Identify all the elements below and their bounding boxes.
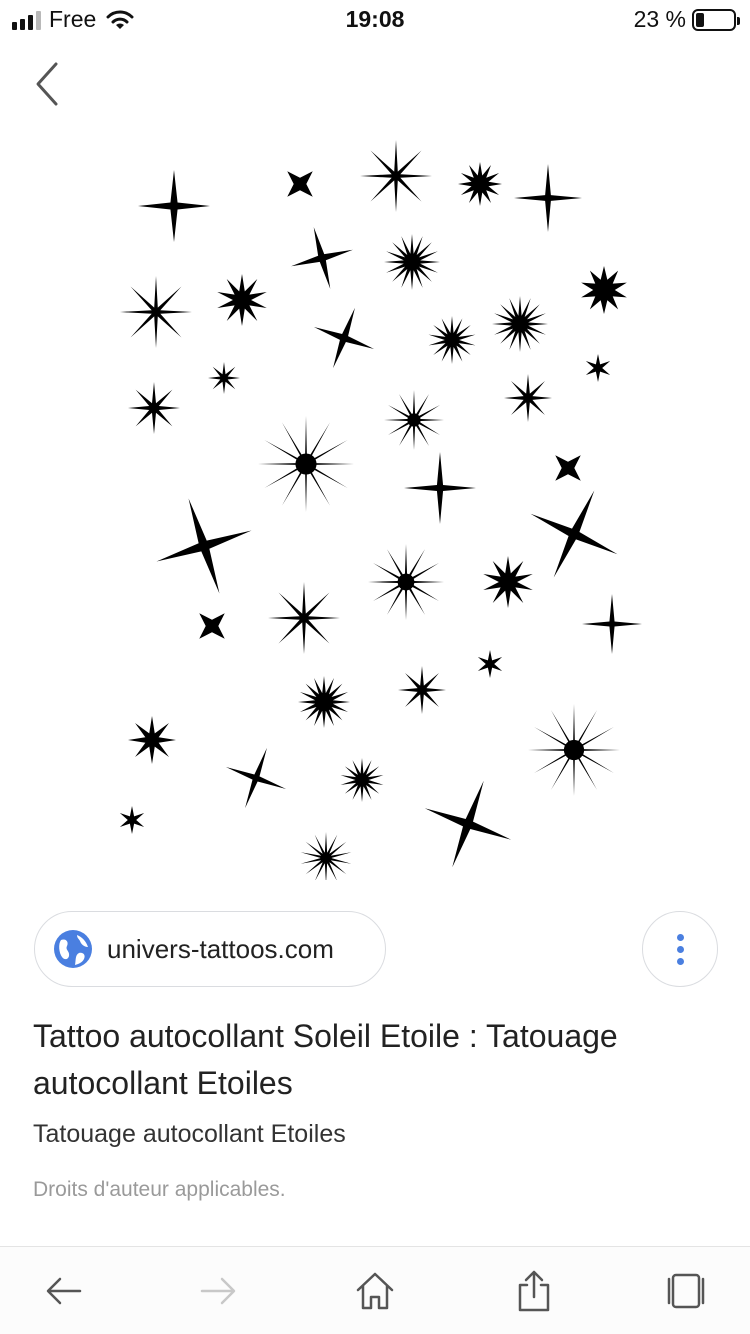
star-shape (477, 650, 503, 678)
result-title[interactable]: Tattoo autocollant Soleil Etoile : Tatou… (33, 1013, 723, 1107)
star-shape (398, 666, 446, 714)
star-core (502, 576, 514, 588)
star-shape (268, 582, 340, 654)
star-core (598, 284, 610, 296)
star-core (513, 317, 527, 331)
star-shape (555, 455, 581, 481)
browser-back-button[interactable] (42, 1269, 86, 1313)
star-shape (119, 806, 145, 834)
status-bar: Free 19:08 23 % (0, 0, 750, 40)
source-domain: univers-tattoos.com (107, 933, 334, 964)
star-shape (291, 227, 353, 289)
star-core (397, 573, 415, 591)
star-shape (582, 594, 642, 654)
star-core (295, 453, 317, 475)
arrow-left-icon (46, 1277, 82, 1305)
star-shape (128, 382, 180, 434)
star-shape (138, 170, 210, 242)
tabs-icon (667, 1273, 705, 1309)
star-shape (404, 452, 476, 524)
star-shape (225, 747, 287, 809)
star-core (563, 739, 585, 761)
share-icon (518, 1270, 550, 1312)
star-shape (530, 490, 618, 578)
star-core (407, 413, 421, 427)
star-shape (360, 140, 432, 212)
back-button[interactable] (28, 58, 68, 110)
tabs-button[interactable] (664, 1269, 708, 1313)
copyright-notice: Droits d'auteur applicables. (33, 1178, 286, 1201)
star-shape (424, 780, 512, 868)
star-shape (199, 613, 225, 639)
browser-toolbar (0, 1246, 750, 1334)
status-right: 23 % (633, 6, 740, 33)
star-shape (287, 171, 313, 197)
share-button[interactable] (512, 1269, 556, 1313)
star-shape (208, 362, 240, 394)
star-shape (504, 374, 552, 422)
stars-tattoo-image (119, 140, 642, 880)
home-icon (356, 1272, 394, 1310)
chevron-left-icon (36, 62, 58, 106)
browser-forward-button[interactable] (196, 1269, 240, 1313)
battery-level (696, 12, 704, 27)
star-shape (120, 276, 192, 348)
star-core (446, 334, 458, 346)
arrow-right-icon (200, 1277, 236, 1305)
battery-icon (692, 8, 740, 31)
star-shape (514, 164, 582, 232)
star-shape (156, 498, 252, 594)
star-core (475, 179, 485, 189)
result-subtitle: Tatouage autocollant Etoiles (33, 1120, 346, 1148)
star-shape (128, 716, 176, 764)
battery-percent: 23 % (633, 6, 686, 32)
star-shape (313, 307, 375, 369)
star-shape (585, 354, 611, 382)
star-core (320, 852, 332, 864)
star-core (357, 775, 367, 785)
globe-icon (54, 930, 92, 968)
home-button[interactable] (353, 1269, 397, 1313)
more-options-button[interactable] (642, 911, 718, 987)
star-core (318, 696, 330, 708)
more-vertical-icon (676, 933, 684, 965)
star-core (236, 294, 248, 306)
star-core (405, 255, 419, 269)
source-link[interactable]: univers-tattoos.com (34, 911, 386, 987)
result-image[interactable] (108, 124, 644, 880)
